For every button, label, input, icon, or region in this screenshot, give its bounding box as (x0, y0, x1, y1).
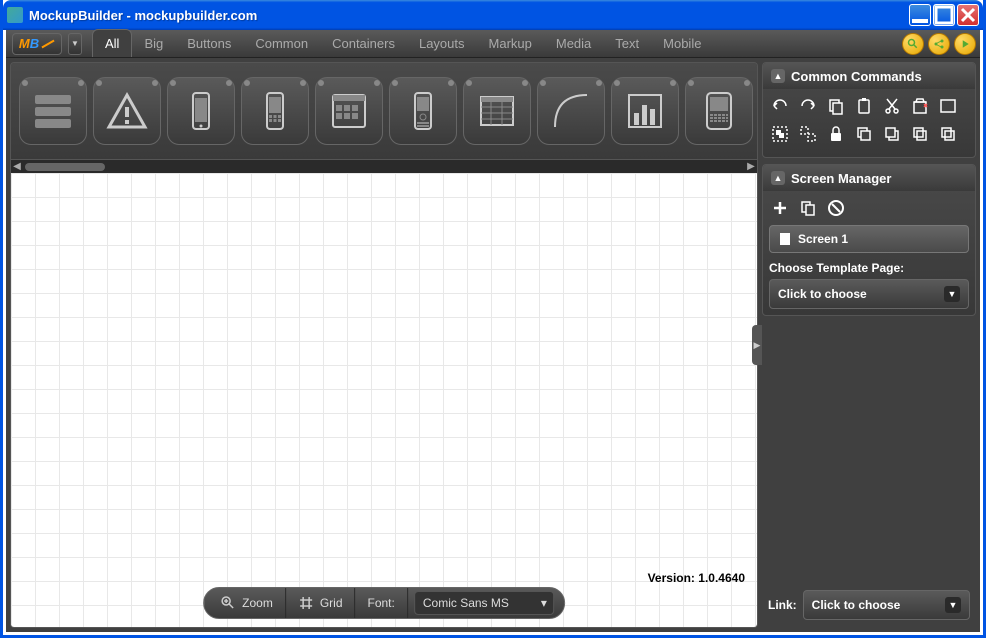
chevron-up-icon: ▲ (771, 171, 785, 185)
link-dropdown[interactable]: Click to choose ▼ (803, 590, 970, 620)
redo-button[interactable] (797, 95, 819, 117)
cut-button[interactable] (881, 95, 903, 117)
bring-front-button[interactable] (937, 123, 959, 145)
stencil-scrollbar[interactable]: ◀ ▶ (11, 159, 757, 173)
app-window: MockupBuilder - mockupbuilder.com MB ▼ A… (0, 0, 986, 638)
grid-button[interactable]: Grid (286, 588, 356, 618)
screen-manager-panel: ▲Screen Manager Screen 1 Choose Template… (762, 164, 976, 316)
logo[interactable]: MB (12, 33, 62, 55)
panel-splitter[interactable]: ▶ (752, 325, 762, 365)
link-row: Link: Click to choose ▼ (762, 582, 976, 628)
logo-dropdown[interactable]: ▼ (68, 33, 82, 55)
zoom-button[interactable]: Zoom (208, 588, 286, 618)
app-icon (7, 7, 23, 23)
undo-button[interactable] (769, 95, 791, 117)
tab-layouts[interactable]: Layouts (407, 30, 477, 57)
search-button[interactable] (902, 33, 924, 55)
paste-button[interactable] (853, 95, 875, 117)
stencil-smartphone-keys[interactable] (241, 77, 309, 145)
titlebar: MockupBuilder - mockupbuilder.com (3, 0, 983, 30)
version-text: Version: 1.0.4640 (648, 571, 745, 585)
delete-screen-button[interactable] (825, 197, 847, 219)
right-panel: ▲Common Commands (762, 62, 976, 628)
add-screen-button[interactable] (769, 197, 791, 219)
font-select[interactable]: Comic Sans MS (414, 591, 554, 615)
tab-all[interactable]: All (92, 29, 132, 57)
common-commands-panel: ▲Common Commands (762, 62, 976, 158)
copy-button[interactable] (825, 95, 847, 117)
page-icon (778, 232, 792, 246)
share-button[interactable] (928, 33, 950, 55)
minimize-button[interactable] (909, 4, 931, 26)
tab-text[interactable]: Text (603, 30, 651, 57)
window-title: MockupBuilder - mockupbuilder.com (29, 8, 909, 23)
stencil-curve[interactable] (537, 77, 605, 145)
chevron-down-icon: ▼ (944, 286, 960, 302)
stencil-feature-phone[interactable] (389, 77, 457, 145)
scroll-thumb[interactable] (25, 163, 105, 171)
more-button[interactable] (937, 95, 959, 117)
maximize-button[interactable] (933, 4, 955, 26)
tab-mobile[interactable]: Mobile (651, 30, 713, 57)
canvas-toolbar: Zoom Grid Font: Comic Sans MS (203, 587, 565, 619)
send-back-button[interactable] (853, 123, 875, 145)
screen-item[interactable]: Screen 1 (769, 225, 969, 253)
tab-containers[interactable]: Containers (320, 30, 407, 57)
stencil-palette: One > Two ◀ ▶ (11, 63, 757, 173)
scroll-left-icon[interactable]: ◀ (11, 161, 23, 172)
stencil-window-grid[interactable] (315, 77, 383, 145)
tab-common[interactable]: Common (243, 30, 320, 57)
template-dropdown[interactable]: Click to choose ▼ (769, 279, 969, 309)
chevron-up-icon: ▲ (771, 69, 785, 83)
category-tabs: All Big Buttons Common Containers Layout… (92, 30, 713, 57)
group-button[interactable] (769, 123, 791, 145)
design-canvas[interactable] (11, 173, 757, 627)
close-button[interactable] (957, 4, 979, 26)
duplicate-screen-button[interactable] (797, 197, 819, 219)
common-commands-header[interactable]: ▲Common Commands (763, 63, 975, 89)
scroll-right-icon[interactable]: ▶ (745, 161, 757, 172)
screen-manager-header[interactable]: ▲Screen Manager (763, 165, 975, 191)
stencil-smartphone[interactable] (167, 77, 235, 145)
stencil-alert[interactable] (93, 77, 161, 145)
canvas-area: Version: 1.0.4640 Zoom Grid Font: Comic … (11, 173, 757, 627)
left-area: One > Two ◀ ▶ Version: 1.0.4640 Zoom Gri… (10, 62, 758, 628)
link-label: Link: (768, 598, 797, 612)
tab-media[interactable]: Media (544, 30, 603, 57)
app-body: MB ▼ All Big Buttons Common Containers L… (6, 30, 980, 632)
delete-button[interactable] (909, 95, 931, 117)
stencil-table[interactable] (463, 77, 531, 145)
tab-big[interactable]: Big (132, 30, 175, 57)
ungroup-button[interactable] (797, 123, 819, 145)
tab-buttons[interactable]: Buttons (175, 30, 243, 57)
send-backward-button[interactable] (881, 123, 903, 145)
font-label: Font: (356, 588, 408, 618)
stencil-accordion[interactable] (19, 77, 87, 145)
stencil-bar-chart[interactable] (611, 77, 679, 145)
template-label: Choose Template Page: (769, 261, 969, 275)
main-toolbar: MB ▼ All Big Buttons Common Containers L… (6, 30, 980, 58)
pencil-icon (42, 39, 55, 48)
tab-markup[interactable]: Markup (477, 30, 544, 57)
play-button[interactable] (954, 33, 976, 55)
stencil-blackberry[interactable] (685, 77, 753, 145)
lock-button[interactable] (825, 123, 847, 145)
chevron-down-icon: ▼ (945, 597, 961, 613)
bring-forward-button[interactable] (909, 123, 931, 145)
